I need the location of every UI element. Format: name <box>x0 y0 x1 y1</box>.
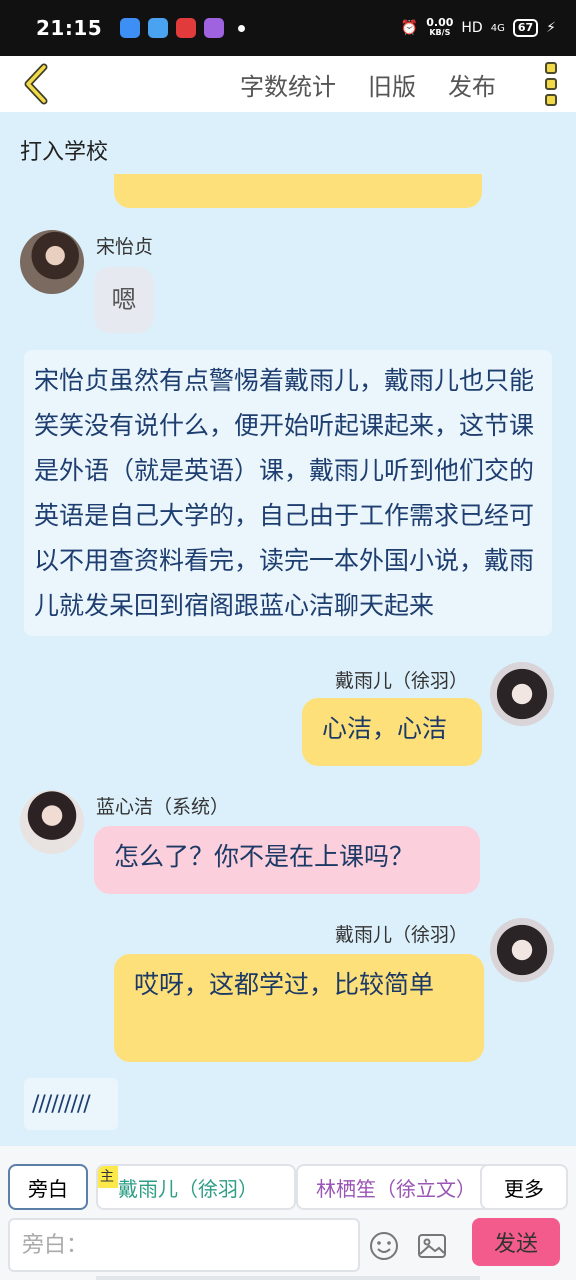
chat-title: 打入学校 <box>20 140 109 165</box>
charging-icon: ⚡ <box>546 20 556 36</box>
nav-links: 字数统计 旧版 发布 <box>240 67 496 102</box>
alarm-icon: ⏰ <box>400 20 419 36</box>
chevron-left-icon <box>24 63 48 105</box>
tab-more[interactable]: 更多 <box>480 1164 568 1210</box>
avatar-dai-yuer[interactable] <box>490 662 554 726</box>
top-nav: 字数统计 旧版 发布 <box>0 56 576 112</box>
status-bar: 21:15 ⏰ 0.00 KB/S HD 4G 67 ⚡ <box>0 0 576 56</box>
network-speed: 0.00 KB/S <box>426 16 454 37</box>
message-input[interactable] <box>8 1218 360 1272</box>
word-count-link[interactable]: 字数统计 <box>240 67 336 102</box>
video-app-icon <box>120 18 141 38</box>
message-bubble[interactable]: 哎呀，这都学过，比较简单 <box>114 954 484 1062</box>
avatar-song-yizhen[interactable] <box>20 230 84 294</box>
emoji-icon[interactable] <box>368 1230 400 1262</box>
battery-indicator: 67 <box>512 19 539 37</box>
signal-indicator: 4G <box>490 22 505 34</box>
sender-name: 宋怡贞 <box>96 236 154 258</box>
narration-block[interactable]: ///////// <box>24 1078 118 1130</box>
publish-link[interactable]: 发布 <box>448 67 496 102</box>
tab-lin-qisheng[interactable]: 林栖笙（徐立文） <box>296 1164 496 1210</box>
compose-panel: 旁白 主 戴雨儿（徐羽） 林栖笙（徐立文） 更多 发送 <box>0 1146 576 1280</box>
image-icon[interactable] <box>416 1230 448 1262</box>
sender-name: 戴雨儿（徐羽） <box>334 670 468 692</box>
message-bubble[interactable]: 嗯 <box>94 267 154 333</box>
status-time: 21:15 <box>36 16 103 40</box>
role-tabs: 旁白 主 戴雨儿（徐羽） 林栖笙（徐立文） 更多 <box>8 1164 568 1212</box>
main-role-badge: 主 <box>98 1166 118 1188</box>
more-menu-button[interactable] <box>526 56 576 112</box>
partial-message-bubble <box>114 174 482 208</box>
avatar-dai-yuer[interactable] <box>490 918 554 982</box>
back-button[interactable] <box>0 56 70 112</box>
status-right: ⏰ 0.00 KB/S HD 4G 67 ⚡ <box>400 16 556 38</box>
narration-block[interactable]: 宋怡贞虽然有点警惕着戴雨儿，戴雨儿也只能笑笑没有说什么，便开始听起课起来，这节课… <box>24 350 552 636</box>
sender-name: 戴雨儿（徐羽） <box>334 924 468 946</box>
chat-area[interactable]: 打入学校 宋怡贞 嗯 宋怡贞虽然有点警惕着戴雨儿，戴雨儿也只能笑笑没有说什么，便… <box>0 112 576 1146</box>
notification-dot-icon <box>238 24 246 32</box>
message-bubble[interactable]: 怎么了？你不是在上课吗？ <box>94 826 480 894</box>
avatar-lan-xinjie[interactable] <box>20 790 84 854</box>
send-button[interactable]: 发送 <box>472 1218 560 1266</box>
tab-narration[interactable]: 旁白 <box>8 1164 88 1210</box>
more-menu-icon <box>545 62 557 74</box>
home-indicator <box>96 1276 480 1280</box>
messenger-app-icon <box>148 18 169 38</box>
gift-app-icon <box>176 18 197 38</box>
tab-dai-yuer[interactable]: 主 戴雨儿（徐羽） <box>96 1164 296 1210</box>
sender-name: 蓝心洁（系统） <box>96 796 230 818</box>
input-row: 发送 <box>8 1218 568 1274</box>
game-app-icon <box>204 18 225 38</box>
message-bubble[interactable]: 心洁，心洁 <box>302 698 482 766</box>
hd-indicator: HD <box>461 20 483 36</box>
status-app-icons <box>120 18 246 38</box>
old-version-link[interactable]: 旧版 <box>368 67 416 102</box>
